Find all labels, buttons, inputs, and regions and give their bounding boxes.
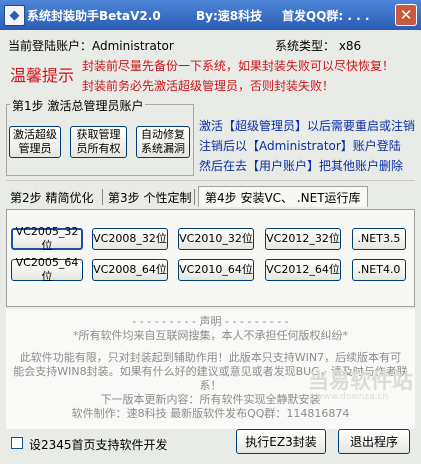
vc2008-64-button[interactable]: VC2008_64位 [92, 259, 168, 281]
vc2008-32-button[interactable]: VC2008_32位 [92, 228, 168, 250]
close-button[interactable]: ✕ [395, 4, 417, 26]
tab-step2-slim-optimize[interactable]: 第2步 精简优化 [10, 189, 93, 206]
warning-title: 温馨提示 [10, 66, 75, 85]
section-divider [6, 180, 415, 181]
tab-step4-install-runtimes[interactable]: 第4步 安装VC、 .NET运行库 [198, 186, 368, 207]
activate-super-admin-button[interactable]: 激活超级 管理员 [9, 126, 61, 158]
step1-hint-line-2: 注销后以【Administrator】账户登陆 [199, 139, 401, 153]
current-account-label: 当前登陆账户：Administrator [8, 39, 174, 53]
step-tabs: 第2步 精简优化 第3步 个性定制 第4步 安装VC、 .NET运行库 [6, 186, 415, 210]
window-title: 系统封装助手BetaV2.0 [27, 9, 161, 23]
tab-separator [194, 189, 195, 205]
set-homepage-checkbox-label: 设2345首页支持软件开发 [29, 438, 168, 452]
window-author: By:速8科技 [196, 9, 263, 23]
net40-button[interactable]: .NET4.0 [352, 259, 406, 281]
exit-button[interactable]: 退出程序 [338, 429, 410, 454]
vc2012-64-button[interactable]: VC2012_64位 [265, 259, 341, 281]
net35-button[interactable]: .NET3.5 [352, 228, 406, 250]
vc2005-64-button[interactable]: VC2005_64位 [11, 256, 83, 283]
vc2010-64-button[interactable]: VC2010_64位 [178, 259, 254, 281]
app-icon: ◆ [4, 5, 25, 26]
set-homepage-checkbox[interactable] [11, 437, 23, 449]
system-type-label: 系统类型： x86 [275, 39, 362, 53]
step1-hint-line-3: 然后在去【用户账户】把其他账户删除 [199, 159, 404, 173]
vc2005-32-button[interactable]: VC2005_32位 [11, 225, 83, 252]
auto-fix-vulnerabilities-button[interactable]: 自动修复 系统漏洞 [136, 126, 190, 158]
vc2010-32-button[interactable]: VC2010_32位 [178, 228, 254, 250]
step1-legend: 第1步 激活总管理员账户 [10, 97, 146, 114]
disclaimer-line-6: 软件制作：速8科技 最新版软件发布QQ群：114816874 [71, 407, 350, 420]
close-icon: ✕ [399, 6, 413, 24]
run-ez3-button[interactable]: 执行EZ3封装 [236, 429, 326, 454]
vc2012-32-button[interactable]: VC2012_32位 [265, 228, 341, 250]
tab-separator [102, 189, 103, 205]
site-watermark-url: www.downza.cn [316, 392, 389, 402]
take-ownership-button[interactable]: 获取管理 员所有权 [70, 126, 127, 158]
window-qq-group: 首发QQ群: . . . [282, 9, 370, 23]
step1-hint-line-1: 激活【超级管理员】以后需要重启或注销 [199, 119, 416, 133]
warning-line-1: 封装前尽量先备份一下系统，如果封装失败可以尽快恢复！ [82, 59, 395, 73]
warning-line-2: 封装前务必先激活超级管理员，否则封装失败！ [82, 79, 335, 93]
tab-step3-customize[interactable]: 第3步 个性定制 [108, 189, 191, 206]
title-bar[interactable]: ◆ 系统封装助手BetaV2.0 By:速8科技 首发QQ群: . . . ✕ [0, 0, 421, 30]
disclaimer-line-1: *所有软件均来自互联网搜集，本人不承担任何版权纠纷* [73, 329, 348, 342]
